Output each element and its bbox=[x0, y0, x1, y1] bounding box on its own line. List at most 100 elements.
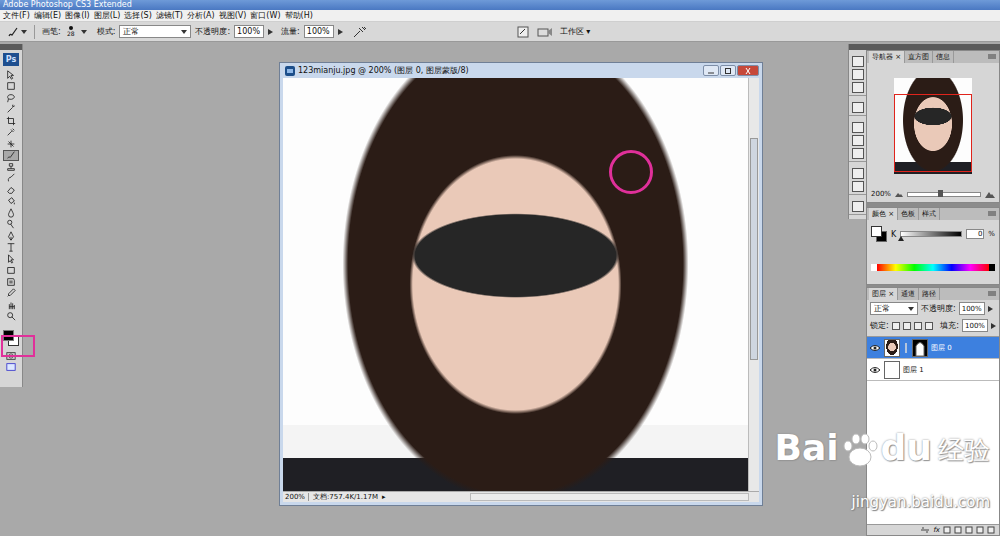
panel-tab[interactable]: 路径 bbox=[919, 288, 940, 300]
layer-action-icon[interactable] bbox=[965, 526, 973, 534]
tool-button[interactable] bbox=[3, 92, 19, 104]
panel-tab[interactable]: 图层 × bbox=[869, 288, 898, 300]
tool-preset-picker[interactable] bbox=[6, 26, 27, 38]
strip-grip[interactable] bbox=[849, 44, 866, 50]
layer-action-icon[interactable] bbox=[976, 526, 984, 534]
layer-action-icon[interactable] bbox=[943, 526, 951, 534]
minimize-button[interactable] bbox=[703, 65, 719, 76]
vertical-scrollbar[interactable] bbox=[748, 78, 759, 491]
panel-shortcut-icon[interactable] bbox=[852, 102, 864, 113]
brush-picker[interactable]: 28 bbox=[65, 26, 77, 37]
lock-option-icon[interactable] bbox=[925, 322, 933, 330]
navigator-thumbnail[interactable] bbox=[894, 78, 972, 174]
layer-mask-thumbnail[interactable] bbox=[912, 339, 928, 357]
menu-item[interactable]: 文件(F) bbox=[3, 10, 30, 21]
panel-tab[interactable]: 色板 bbox=[898, 208, 919, 220]
link-layers-icon[interactable] bbox=[920, 526, 930, 534]
panel-shortcut-icon[interactable] bbox=[852, 82, 864, 93]
menu-item[interactable]: 滤镜(T) bbox=[156, 10, 183, 21]
panel-shortcut-icon[interactable] bbox=[852, 201, 864, 212]
tool-button[interactable] bbox=[3, 219, 19, 231]
zoom-slider-knob[interactable] bbox=[938, 190, 943, 197]
tool-button[interactable] bbox=[3, 104, 19, 116]
slider-toggle-icon[interactable] bbox=[268, 29, 273, 35]
tool-button[interactable] bbox=[3, 207, 19, 219]
zoom-out-icon[interactable] bbox=[895, 191, 903, 197]
fill-field[interactable]: 100% bbox=[962, 319, 988, 332]
document-title-bar[interactable]: 123mianju.jpg @ 200% (图层 0, 图层蒙版/8) bbox=[283, 63, 759, 78]
tool-button[interactable] bbox=[3, 81, 19, 93]
ps-logo[interactable]: Ps bbox=[3, 53, 19, 66]
panel-shortcut-icon[interactable] bbox=[852, 181, 864, 192]
panel-shortcut-icon[interactable] bbox=[852, 168, 864, 179]
tool-button[interactable] bbox=[3, 150, 19, 162]
brushes-palette-icon[interactable] bbox=[517, 26, 529, 38]
panel-menu-icon[interactable] bbox=[988, 211, 996, 217]
horizontal-scrollbar[interactable] bbox=[470, 493, 749, 501]
layer-row[interactable]: 图层 0 bbox=[867, 337, 999, 359]
close-button[interactable] bbox=[737, 65, 759, 76]
link-icon[interactable] bbox=[903, 343, 909, 353]
panel-tab[interactable]: 导航器 × bbox=[869, 51, 905, 63]
panel-tab[interactable]: 颜色 × bbox=[869, 208, 898, 220]
lock-option-icon[interactable] bbox=[892, 322, 900, 330]
navigator-zoom[interactable]: 200% bbox=[871, 190, 891, 198]
tool-button[interactable] bbox=[3, 115, 19, 127]
panel-shortcut-icon[interactable] bbox=[852, 69, 864, 80]
menu-item[interactable]: 视图(V) bbox=[219, 10, 247, 21]
slider-toggle-icon[interactable] bbox=[991, 323, 996, 329]
status-menu-arrow[interactable]: ▸ bbox=[382, 493, 386, 501]
tool-button[interactable] bbox=[3, 173, 19, 185]
visibility-toggle[interactable] bbox=[869, 344, 881, 352]
channel-slider[interactable] bbox=[900, 231, 962, 237]
tool-button[interactable] bbox=[3, 69, 19, 81]
panel-tab[interactable]: 通道 bbox=[898, 288, 919, 300]
channel-slider-knob[interactable] bbox=[898, 236, 904, 241]
panel-shortcut-icon[interactable] bbox=[852, 135, 864, 146]
menu-item[interactable]: 帮助(H) bbox=[285, 10, 313, 21]
tool-button[interactable] bbox=[3, 288, 19, 300]
layer-row[interactable]: 图层 1 bbox=[867, 359, 999, 381]
lock-option-icon[interactable] bbox=[903, 322, 911, 330]
view-box[interactable] bbox=[894, 94, 972, 172]
tool-button[interactable] bbox=[3, 299, 19, 311]
layer-action-icon[interactable] bbox=[954, 526, 962, 534]
mode-select[interactable]: 正常 bbox=[119, 25, 191, 38]
panel-menu-icon[interactable] bbox=[988, 54, 996, 60]
workspace-menu[interactable]: 工作区 ▾ bbox=[557, 26, 594, 37]
tool-button[interactable] bbox=[3, 196, 19, 208]
layer-action-icon[interactable] bbox=[987, 526, 995, 534]
tool-button[interactable] bbox=[3, 184, 19, 196]
panel-tab[interactable]: 样式 bbox=[919, 208, 940, 220]
tool-button[interactable] bbox=[3, 242, 19, 254]
panel-shortcut-icon[interactable] bbox=[852, 56, 864, 67]
tool-button[interactable] bbox=[3, 311, 19, 323]
blend-mode-select[interactable]: 正常 bbox=[870, 302, 918, 315]
menu-item[interactable]: 编辑(E) bbox=[34, 10, 61, 21]
slider-toggle-icon[interactable] bbox=[338, 29, 343, 35]
color-ramp[interactable] bbox=[871, 264, 995, 271]
menu-item[interactable]: 图层(L) bbox=[94, 10, 121, 21]
color-swatches[interactable] bbox=[871, 226, 887, 242]
panel-shortcut-icon[interactable] bbox=[852, 122, 864, 133]
scroll-thumb[interactable] bbox=[750, 138, 758, 360]
lock-option-icon[interactable] bbox=[914, 322, 922, 330]
maximize-button[interactable] bbox=[720, 65, 736, 76]
visibility-toggle[interactable] bbox=[869, 366, 881, 374]
airbrush-icon[interactable] bbox=[353, 26, 367, 38]
panel-tab[interactable]: 直方图 bbox=[905, 51, 933, 63]
tool-button[interactable] bbox=[3, 127, 19, 139]
menu-item[interactable]: 图像(I) bbox=[65, 10, 90, 21]
tool-button[interactable] bbox=[3, 276, 19, 288]
zoom-slider[interactable] bbox=[907, 192, 981, 197]
panel-shortcut-icon[interactable] bbox=[852, 148, 864, 159]
tool-button[interactable] bbox=[3, 253, 19, 265]
tool-button[interactable] bbox=[3, 138, 19, 150]
slider-toggle-icon[interactable] bbox=[988, 306, 993, 312]
dropdown-icon[interactable] bbox=[81, 29, 87, 35]
bridge-icon[interactable] bbox=[537, 26, 553, 38]
tool-button[interactable] bbox=[3, 230, 19, 242]
menu-item[interactable]: 选择(S) bbox=[124, 10, 151, 21]
layer-opacity-field[interactable]: 100% bbox=[959, 302, 985, 315]
foreground-color-swatch[interactable] bbox=[871, 226, 882, 237]
